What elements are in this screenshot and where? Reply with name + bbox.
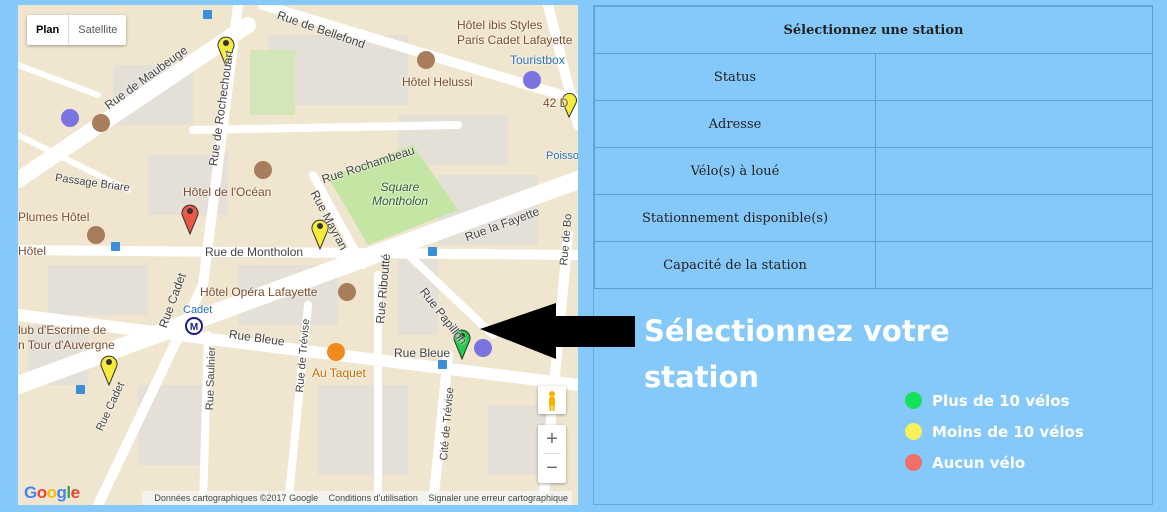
legend: Plus de 10 vélos Moins de 10 vélos Aucun… [905,385,1084,478]
svg-text:M: M [190,322,198,333]
legend-dot-yellow [905,423,922,440]
table-row: Stationnement disponible(s) [594,194,1153,242]
map-data-credit: Données cartographiques ©2017 Google [154,493,319,503]
street-label: Rue Saulnier [204,346,219,411]
map-footer-text: Données cartographiques ©2017 Google Con… [142,491,572,505]
legend-label: Plus de 10 vélos [932,391,1070,410]
row-label-address: Adresse [594,100,876,148]
table-row: Vélo(s) à loué [594,147,1153,195]
poi-label: Au Taquet [312,366,366,380]
map-type-control: Plan Satellite [27,15,127,45]
street-label: Rue Bleue [394,346,451,360]
poi-label: Poisso [546,150,578,162]
row-value-parking [875,194,1153,242]
poi-label: Hôtel ibis Styles [457,18,543,32]
row-value-bikes [875,147,1153,195]
row-label-capacity: Capacité de la station [594,241,876,289]
poi-label: Touristbox [510,53,565,67]
legend-item: Plus de 10 vélos [905,385,1084,416]
row-label-status: Status [594,53,876,101]
street-label: Rue de Montholon [205,245,304,259]
legend-dot-red [905,454,922,471]
park-label-line1: Square [380,180,420,194]
station-marker-red[interactable] [180,201,200,235]
park-label: Square Montholon [370,180,430,208]
table-header: Sélectionnez une station [594,6,1153,54]
row-value-capacity [875,241,1153,289]
zoom-control: + − [538,425,566,483]
street-view-pegman[interactable] [538,386,566,414]
legend-label: Aucun vélo [932,453,1026,472]
poi-label: Hôtel Opéra Lafayette [200,285,318,299]
map-footer: Données cartographiques ©2017 Google Con… [18,491,578,505]
poi-label: Hôtel de l'Océan [183,185,272,199]
poi-label: Hôtel Helussi [402,75,473,89]
poi-label: n Tour d'Auvergne [18,338,115,352]
report-error-link[interactable]: Signaler une erreur cartographique [428,493,568,503]
row-value-status [875,53,1153,101]
park-label-line2: Montholon [371,194,429,208]
legend-item: Aucun vélo [905,447,1084,478]
table-row: Status [594,53,1153,101]
row-label-bikes: Vélo(s) à loué [594,147,876,195]
poi-label: 42 D [543,96,569,110]
table-row: Adresse [594,100,1153,148]
station-info-table: Sélectionnez une station Status Adresse … [594,6,1153,289]
zoom-in-button[interactable]: + [538,425,566,453]
map-view[interactable]: M Rue de Bellefond Hôtel ibis Styles Par… [18,5,578,505]
map-type-plan-button[interactable]: Plan [27,15,70,45]
terms-link[interactable]: Conditions d'utilisation [329,493,418,503]
legend-item: Moins de 10 vélos [905,416,1084,447]
zoom-out-button[interactable]: − [538,454,566,482]
poi-label: Hôtel [18,244,47,258]
poi-label: Plumes Hôtel [18,210,90,224]
map-type-satellite-button[interactable]: Satellite [69,15,126,45]
legend-label: Moins de 10 vélos [932,422,1084,441]
pegman-icon [549,391,555,411]
poi-label: lub d'Escrime de [18,323,107,337]
row-value-address [875,100,1153,148]
poi-label: Paris Cadet Lafayette [457,33,573,47]
pointer-arrow-icon [480,303,635,359]
legend-dot-green [905,392,922,409]
table-row: Capacité de la station [594,241,1153,289]
metro-label: Cadet [183,304,213,316]
row-label-parking: Stationnement disponible(s) [594,194,876,242]
